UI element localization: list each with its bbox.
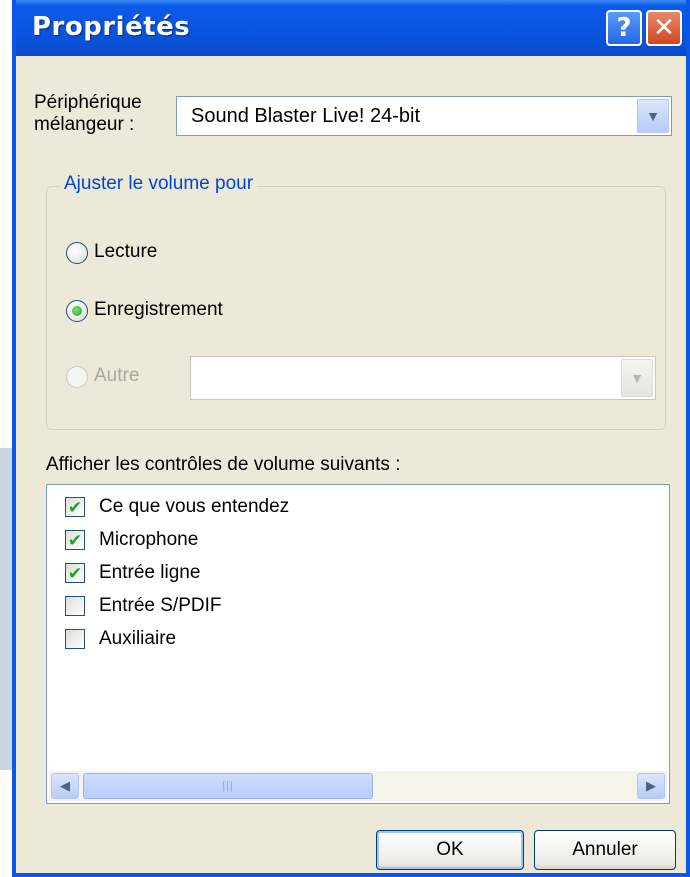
properties-dialog: Propriétés ? ✕ Périphérique mélangeur : … <box>12 0 690 877</box>
chevron-down-icon: ▼ <box>621 359 653 397</box>
checkbox-microphone[interactable]: ✔ <box>65 530 85 550</box>
checkmark-icon: ✔ <box>67 497 83 517</box>
radio-playback-label[interactable]: Lecture <box>94 241 157 263</box>
adjust-volume-legend: Ajuster le volume pour <box>60 173 258 195</box>
list-item[interactable]: ✔ Entrée ligne <box>65 559 200 587</box>
background-window-edge <box>0 448 12 770</box>
checkmark-icon: ✔ <box>67 530 83 550</box>
arrow-left-icon[interactable]: ◀ <box>51 773 79 799</box>
chevron-down-icon[interactable]: ▼ <box>637 99 669 133</box>
mixer-device-value: Sound Blaster Live! 24-bit <box>191 105 421 127</box>
close-icon: ✕ <box>653 13 675 43</box>
radio-playback[interactable] <box>66 242 88 264</box>
checkmark-icon: ✔ <box>67 563 83 583</box>
help-button[interactable]: ? <box>606 10 642 46</box>
list-item[interactable]: Entrée S/PDIF <box>65 592 222 620</box>
list-item-label: Ce que vous entendez <box>99 496 290 517</box>
radio-other <box>66 366 88 388</box>
arrow-right-icon[interactable]: ▶ <box>637 773 665 799</box>
checkbox-auxiliary[interactable] <box>65 629 85 649</box>
mixer-label-line2: mélangeur : <box>34 114 135 135</box>
list-item[interactable]: ✔ Ce que vous entendez <box>65 493 289 521</box>
horizontal-scrollbar[interactable]: ◀ ||| ▶ <box>49 771 667 801</box>
scroll-thumb[interactable]: ||| <box>83 773 373 799</box>
list-item[interactable]: Auxiliaire <box>65 625 176 653</box>
cancel-button[interactable]: Annuler <box>534 830 676 870</box>
list-item-label: Entrée S/PDIF <box>99 595 222 616</box>
help-icon: ? <box>616 13 632 43</box>
mixer-device-dropdown[interactable]: Sound Blaster Live! 24-bit ▼ <box>176 96 672 136</box>
list-item-label: Entrée ligne <box>99 562 201 583</box>
radio-recording[interactable] <box>66 300 88 322</box>
window-title: Propriétés <box>32 12 191 42</box>
mixer-label-line1: Périphérique <box>34 92 142 113</box>
list-item-label: Microphone <box>99 529 199 550</box>
title-bar[interactable]: Propriétés ? ✕ <box>16 0 686 56</box>
ok-button[interactable]: OK <box>376 830 524 870</box>
checkbox-line-in[interactable]: ✔ <box>65 563 85 583</box>
list-item-label: Auxiliaire <box>99 628 177 649</box>
close-button[interactable]: ✕ <box>646 10 682 46</box>
checkbox-spdif-in[interactable] <box>65 596 85 616</box>
other-device-dropdown: ▼ <box>190 356 656 400</box>
controls-heading: Afficher les contrôles de volume suivant… <box>46 454 401 475</box>
checkbox-what-u-hear[interactable]: ✔ <box>65 497 85 517</box>
list-item[interactable]: ✔ Microphone <box>65 526 198 554</box>
radio-other-label: Autre <box>94 365 140 386</box>
dialog-body: Périphérique mélangeur : Sound Blaster L… <box>16 56 686 873</box>
volume-controls-list[interactable]: ✔ Ce que vous entendez ✔ Microphone ✔ En… <box>46 484 670 804</box>
radio-recording-label[interactable]: Enregistrement <box>94 299 223 321</box>
